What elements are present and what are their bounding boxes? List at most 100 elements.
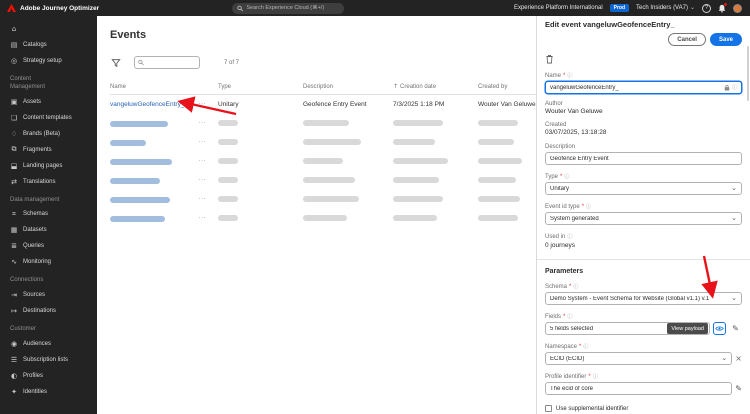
column-header-created-by[interactable]: Created by bbox=[478, 83, 536, 90]
identities-icon: ✦ bbox=[11, 387, 17, 396]
sidebar-item-subscription-lists[interactable]: ☰ Subscription lists bbox=[0, 352, 97, 368]
redacted-name[interactable] bbox=[110, 215, 165, 222]
panel-scrollbar[interactable] bbox=[747, 46, 749, 101]
edit-fields-button[interactable]: ✎ bbox=[729, 322, 742, 335]
global-search-input[interactable] bbox=[246, 5, 339, 11]
info-icon: ⓘ bbox=[731, 85, 737, 91]
description-input[interactable]: Geofence Entry Event bbox=[545, 152, 742, 165]
sidebar-item-catalogs[interactable]: ▤ Catalogs bbox=[0, 37, 97, 53]
sidebar-item-label: Monitoring bbox=[23, 259, 52, 266]
info-icon[interactable]: ⓘ bbox=[567, 72, 572, 79]
redacted-name[interactable] bbox=[110, 139, 146, 146]
info-icon[interactable]: ⓘ bbox=[586, 203, 591, 210]
topbar-right: Experience Platform International Prod T… bbox=[514, 2, 742, 13]
namespace-select[interactable]: ECID (ECID) ⌄ bbox=[545, 352, 733, 365]
row-actions-button[interactable]: ··· bbox=[199, 120, 206, 127]
sidebar-item-content-templates[interactable]: ❏ Content templates bbox=[0, 110, 97, 126]
fields-row: 5 fields selected ✎ View payload bbox=[545, 322, 742, 335]
column-header-creation-date[interactable]: ↑ Creation date bbox=[393, 83, 478, 90]
sidebar-item-brands[interactable]: ♢ Brands (Beta) bbox=[0, 126, 97, 142]
help-icon[interactable]: ? bbox=[702, 3, 711, 13]
row-actions-button[interactable]: ··· bbox=[199, 139, 206, 146]
redacted-cell bbox=[393, 195, 443, 202]
sandbox-selector[interactable]: Tech Insiders (VA7) ⌄ bbox=[636, 5, 695, 12]
table-row-redacted[interactable]: ··· bbox=[110, 114, 536, 133]
redacted-cell bbox=[393, 214, 437, 221]
row-actions-button[interactable]: ··· bbox=[199, 101, 206, 108]
redacted-cell bbox=[478, 214, 518, 221]
sidebar-item-monitoring[interactable]: ∿ Monitoring bbox=[0, 254, 97, 270]
redacted-name[interactable] bbox=[110, 120, 168, 127]
sidebar-item-datasets[interactable]: ▦ Datasets bbox=[0, 222, 97, 238]
redacted-name[interactable] bbox=[110, 177, 160, 184]
sidebar-item-home[interactable]: ⌂ bbox=[0, 21, 97, 37]
global-search[interactable] bbox=[232, 2, 344, 14]
profiles-icon: ◐ bbox=[10, 371, 18, 380]
event-name-link[interactable]: vangeluwGeofenceEntry_ bbox=[110, 101, 184, 108]
user-avatar[interactable] bbox=[733, 3, 742, 13]
profile-identifier-input[interactable]: The ecid of core bbox=[545, 382, 733, 395]
sidebar-item-identities[interactable]: ✦ Identities bbox=[0, 384, 97, 400]
required-marker: * bbox=[560, 173, 563, 180]
row-actions-button[interactable]: ··· bbox=[199, 177, 206, 184]
notifications-bell-icon[interactable] bbox=[718, 2, 727, 13]
table-row-redacted[interactable]: ··· bbox=[110, 190, 536, 209]
sidebar-item-profiles[interactable]: ◐ Profiles bbox=[0, 368, 97, 384]
column-header-description[interactable]: Description bbox=[303, 83, 393, 90]
table-controls: 7 of 7 bbox=[111, 56, 536, 69]
sidebar-item-strategy-setup[interactable]: ◎ Strategy setup bbox=[0, 53, 97, 69]
cell-creation-date: 7/3/2025 1:18 PM bbox=[393, 101, 445, 108]
column-header-type[interactable]: Type bbox=[218, 83, 303, 90]
row-actions-button[interactable]: ··· bbox=[199, 196, 206, 203]
sidebar-item-assets[interactable]: ▣ Assets bbox=[0, 94, 97, 110]
sidebar-item-schemas[interactable]: ⌗ Schemas bbox=[0, 206, 97, 222]
row-actions-button[interactable]: ··· bbox=[199, 215, 206, 222]
namespace-value: ECID (ECID) bbox=[550, 355, 585, 362]
info-icon[interactable]: ⓘ bbox=[593, 373, 598, 380]
row-actions-button[interactable]: ··· bbox=[199, 158, 206, 165]
event-id-type-select[interactable]: System generated ⌄ bbox=[545, 212, 742, 225]
sidebar-item-fragments[interactable]: ⧉ Fragments bbox=[0, 142, 97, 158]
sidebar-item-translations[interactable]: ⇄ Translations bbox=[0, 174, 97, 190]
supplemental-checkbox-label: Use supplemental identifier bbox=[556, 405, 629, 412]
redacted-cell bbox=[478, 176, 516, 183]
table-row-redacted[interactable]: ··· bbox=[110, 133, 536, 152]
edit-profile-identifier-button[interactable]: ✎ bbox=[735, 384, 742, 393]
redacted-cell bbox=[218, 195, 238, 202]
info-icon[interactable]: ⓘ bbox=[567, 233, 572, 240]
supplemental-checkbox[interactable] bbox=[545, 405, 552, 412]
sidebar-item-landing-pages[interactable]: ⬓ Landing pages bbox=[0, 158, 97, 174]
redacted-name[interactable] bbox=[110, 196, 170, 203]
column-header-name[interactable]: Name bbox=[110, 83, 218, 90]
info-icon[interactable]: ⓘ bbox=[583, 343, 588, 350]
monitoring-icon: ∿ bbox=[11, 258, 17, 267]
sidebar-item-audiences[interactable]: ◉ Audiences bbox=[0, 336, 97, 352]
pencil-icon: ✎ bbox=[732, 323, 739, 333]
table-row-redacted[interactable]: ··· bbox=[110, 171, 536, 190]
info-icon[interactable]: ⓘ bbox=[573, 283, 578, 290]
table-search-input[interactable] bbox=[146, 59, 196, 66]
save-button[interactable]: Save bbox=[709, 33, 742, 46]
info-icon[interactable]: ⓘ bbox=[567, 313, 572, 320]
used-in-value: 0 journeys bbox=[545, 242, 575, 249]
events-list-page: Events 7 of 7 Name Type Description ↑ Cre… bbox=[97, 16, 536, 414]
view-payload-button[interactable] bbox=[713, 322, 726, 335]
info-icon[interactable]: ⓘ bbox=[564, 173, 569, 180]
schema-select[interactable]: Demo System - Event Schema for Website (… bbox=[545, 292, 742, 305]
sidebar-item-sources[interactable]: ⇥ Sources bbox=[0, 287, 97, 303]
table-search[interactable] bbox=[134, 56, 200, 69]
sidebar-item-queries[interactable]: ≣ Queries bbox=[0, 238, 97, 254]
clear-namespace-button[interactable]: × bbox=[735, 354, 742, 363]
delete-event-button[interactable] bbox=[545, 54, 555, 64]
redacted-cell bbox=[478, 157, 522, 164]
table-row[interactable]: vangeluwGeofenceEntry_ ··· Unitary Geofe… bbox=[110, 95, 536, 114]
search-icon bbox=[237, 5, 243, 11]
type-select[interactable]: Unitary ⌄ bbox=[545, 182, 742, 195]
name-input[interactable]: vangeluwGeofenceEntry_ ⓘ bbox=[545, 81, 742, 94]
table-row-redacted[interactable]: ··· bbox=[110, 209, 536, 228]
cancel-button[interactable]: Cancel bbox=[668, 33, 706, 46]
table-row-redacted[interactable]: ··· bbox=[110, 152, 536, 171]
redacted-name[interactable] bbox=[110, 158, 172, 165]
filter-icon[interactable] bbox=[111, 58, 121, 68]
sidebar-item-destinations[interactable]: ↦ Destinations bbox=[0, 303, 97, 319]
